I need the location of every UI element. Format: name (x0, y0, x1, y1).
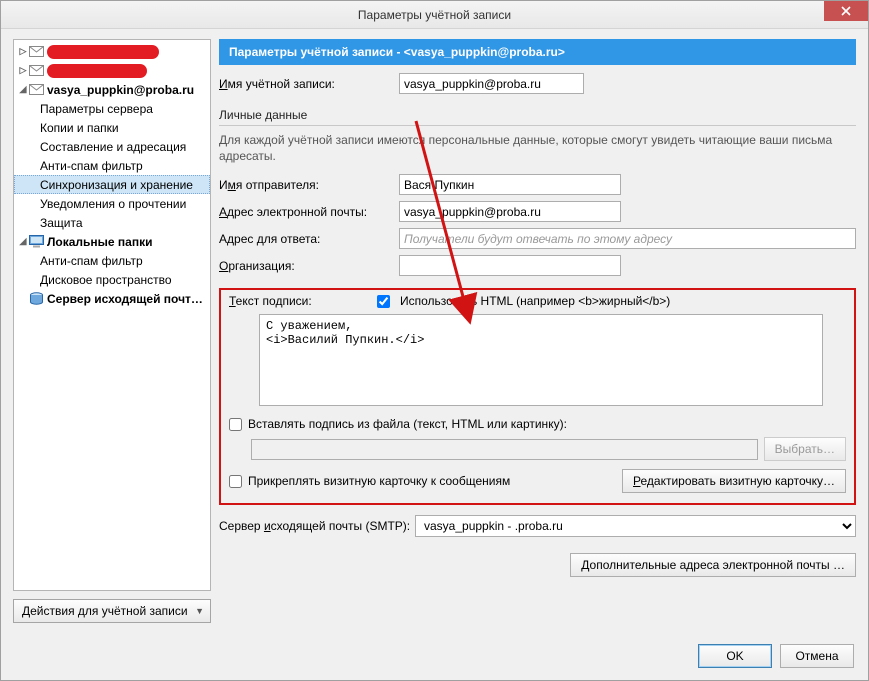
tree-item-label: Анти-спам фильтр (40, 254, 143, 268)
redacted-label (47, 45, 159, 59)
sidebar-item-disk-space[interactable]: Дисковое пространство (14, 270, 210, 289)
page-header: Параметры учётной записи - <vasya_puppki… (219, 39, 856, 65)
signature-file-path-input (251, 439, 758, 460)
account-name-label: Имя учётной записи: (219, 77, 399, 91)
button-label: Действия для учётной записи (22, 604, 188, 618)
replyto-input[interactable] (399, 228, 856, 249)
sidebar-item-antispam-local[interactable]: Анти-спам фильтр (14, 251, 210, 270)
tree-outgoing-server[interactable]: Сервер исходящей почт… (14, 289, 210, 308)
sidebar-item-server-params[interactable]: Параметры сервера (14, 99, 210, 118)
personal-description: Для каждой учётной записи имеются персон… (219, 132, 856, 164)
email-label: Адрес электронной почты: (219, 205, 399, 219)
sender-name-label: Имя отправителя: (219, 178, 399, 192)
signature-from-file-checkbox[interactable] (229, 418, 242, 431)
signature-from-file-label: Вставлять подпись из файла (текст, HTML … (248, 417, 567, 431)
mail-icon (28, 44, 44, 60)
titlebar: Параметры учётной записи (1, 1, 868, 29)
ok-button[interactable]: OK (698, 644, 772, 668)
use-html-label: Использовать HTML (например <b>жирный</b… (400, 294, 670, 308)
attach-vcard-checkbox[interactable] (229, 475, 242, 488)
signature-label: Текст подписи: (229, 294, 367, 308)
sidebar-item-sync-storage[interactable]: Синхронизация и хранение (14, 175, 210, 194)
tree-item-label: Параметры сервера (40, 102, 153, 116)
sidebar-item-copies-folders[interactable]: Копии и папки (14, 118, 210, 137)
tree-item-label: Локальные папки (47, 235, 153, 249)
email-input[interactable] (399, 201, 621, 222)
replyto-label: Адрес для ответа: (219, 232, 399, 246)
tree-item-label: Составление и адресация (40, 140, 186, 154)
tree-item-label: Уведомления о прочтении (40, 197, 186, 211)
account-actions-button[interactable]: Действия для учётной записи ▼ (13, 599, 211, 623)
mail-icon (28, 63, 44, 79)
smtp-select[interactable]: vasya_puppkin - .proba.ru (415, 515, 856, 537)
attach-vcard-label: Прикреплять визитную карточку к сообщени… (248, 474, 510, 488)
chevron-down-icon: ▼ (195, 606, 204, 616)
tree-item-label: Сервер исходящей почт… (47, 292, 203, 306)
personal-section-title: Личные данные (219, 108, 856, 126)
tree-account-redacted[interactable]: ▷ (14, 61, 210, 80)
edit-vcard-button[interactable]: Редактировать визитную карточку… (622, 469, 846, 493)
server-icon (28, 291, 44, 307)
signature-section: Текст подписи: Использовать HTML (наприм… (219, 288, 856, 505)
cancel-button[interactable]: Отмена (780, 644, 854, 668)
sender-name-input[interactable] (399, 174, 621, 195)
tree-item-label: Копии и папки (40, 121, 119, 135)
tree-local-folders[interactable]: ◢ Локальные папки (14, 232, 210, 251)
sidebar-item-read-receipts[interactable]: Уведомления о прочтении (14, 194, 210, 213)
sidebar-item-security[interactable]: Защита (14, 213, 210, 232)
tree-item-label: Защита (40, 216, 83, 230)
smtp-label: Сервер исходящей почты (SMTP): (219, 519, 415, 533)
browse-button: Выбрать… (764, 437, 846, 461)
sidebar-item-compose-address[interactable]: Составление и адресация (14, 137, 210, 156)
organization-input[interactable] (399, 255, 621, 276)
redacted-label (47, 64, 147, 78)
close-button[interactable] (824, 1, 868, 21)
account-name-input[interactable] (399, 73, 584, 94)
tree-account-redacted[interactable]: ▷ (14, 42, 210, 61)
signature-textarea[interactable]: С уважением, <i>Василий Пупкин.</i> (259, 314, 823, 406)
use-html-checkbox[interactable] (377, 295, 390, 308)
tree-account-vasya[interactable]: ◢ vasya_puppkin@proba.ru (14, 80, 210, 99)
tree-item-label: vasya_puppkin@proba.ru (47, 83, 194, 97)
mail-icon (28, 82, 44, 98)
tree-item-label: Синхронизация и хранение (40, 178, 193, 192)
computer-icon (28, 234, 44, 250)
window-title: Параметры учётной записи (358, 8, 511, 22)
header-title: Параметры учётной записи - <vasya_puppki… (229, 45, 565, 59)
sidebar-item-antispam[interactable]: Анти-спам фильтр (14, 156, 210, 175)
extra-addresses-button[interactable]: Дополнительные адреса электронной почты … (570, 553, 856, 577)
accounts-tree[interactable]: ▷ ▷ ◢ (13, 39, 211, 591)
close-icon (841, 6, 851, 16)
organization-label: Организация: (219, 259, 399, 273)
tree-item-label: Дисковое пространство (40, 273, 172, 287)
tree-item-label: Анти-спам фильтр (40, 159, 143, 173)
